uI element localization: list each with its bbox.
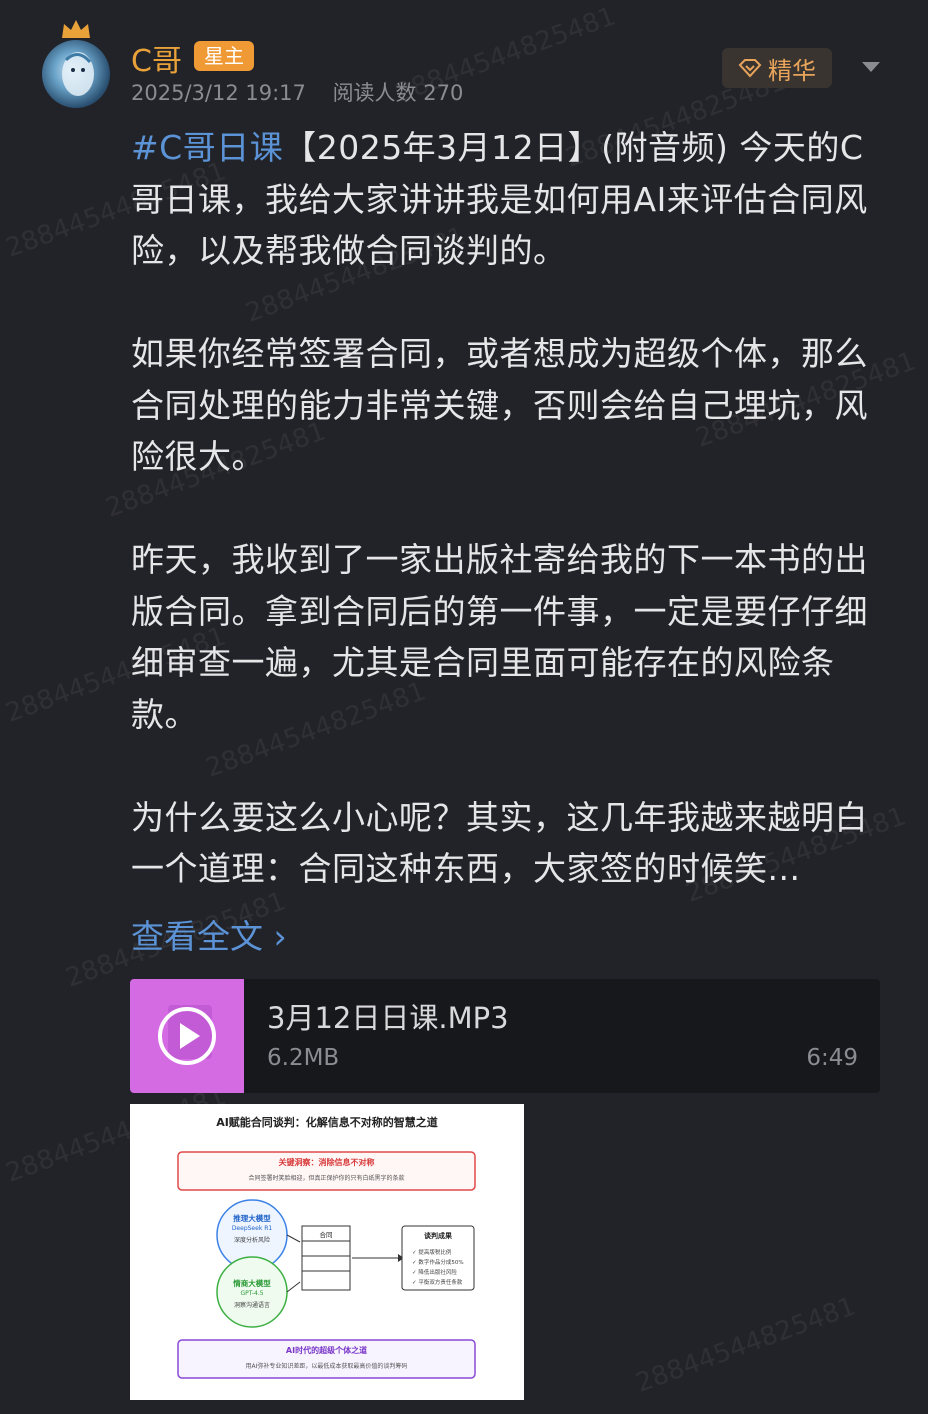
result-item: ✓ 平衡双方责任条款 <box>412 1280 463 1286</box>
model1-title: 推理大模型 <box>233 1214 271 1223</box>
avatar[interactable] <box>42 40 110 108</box>
model1-desc: 深度分析风险 <box>233 1237 270 1244</box>
result-item: ✓ 降低出版社风险 <box>412 1270 457 1276</box>
diamond-icon <box>738 59 762 78</box>
model1-sub: DeepSeek R1 <box>231 1225 273 1232</box>
audio-size: 6.2MB <box>267 1045 340 1071</box>
result-item: ✓ 数字作品分成50% <box>412 1260 464 1266</box>
insight-title: 关键洞察：消除信息不对称 <box>278 1158 375 1167</box>
post-content: #C哥日课【2025年3月12日】(附音频) 今天的C哥日课，我给大家讲讲我是如… <box>131 122 891 895</box>
infographic-title: AI赋能合同谈判：化解信息不对称的智慧之道 <box>216 1116 438 1129</box>
paragraph: 昨天，我收到了一家出版社寄给我的下一本书的出版合同。拿到合同后的第一件事，一定是… <box>131 540 868 734</box>
read-more-link[interactable]: 查看全文 › <box>131 910 287 958</box>
audio-attachment[interactable]: 3月12日日课.MP3 6.2MB 6:49 <box>130 979 880 1093</box>
chevron-down-icon[interactable] <box>860 60 882 74</box>
author-name[interactable]: C哥 <box>131 36 182 80</box>
conclusion-text: 用AI弥补专业知识差距，以最低成本获取最高价值的谈判筹码 <box>245 1363 408 1370</box>
owner-badge: 星主 <box>194 41 254 71</box>
music-file-icon <box>158 1005 216 1065</box>
paragraph: 为什么要这么小心呢？其实，这几年我越来越明白一个道理：合同这种东西，大家签的时候… <box>131 797 868 889</box>
model2-title: 情商大模型 <box>233 1279 271 1288</box>
paragraph: #C哥日课【2025年3月12日】(附音频) 今天的C哥日课，我给大家讲讲我是如… <box>131 122 891 277</box>
audio-duration: 6:49 <box>806 1045 858 1071</box>
audio-thumbnail <box>130 979 244 1093</box>
model2-desc: 洞察沟通语言 <box>233 1302 270 1309</box>
essence-label: 精华 <box>768 56 816 85</box>
conclusion-title: AI时代的超级个体之道 <box>285 1346 368 1355</box>
model2-sub: GPT-4.5 <box>240 1290 264 1297</box>
read-count: 阅读人数 270 <box>332 81 464 105</box>
audio-title: 3月12日日课.MP3 <box>267 1001 509 1035</box>
result-item: ✓ 提高版税比例 <box>412 1250 452 1256</box>
post-meta: 2025/3/12 19:17 阅读人数 270 <box>131 77 463 107</box>
result-title: 谈判成果 <box>424 1232 452 1240</box>
crown-icon <box>62 20 90 38</box>
paragraph: 如果你经常签署合同，或者想成为超级个体，那么合同处理的能力非常关键，否则会给自己… <box>131 334 868 476</box>
hashtag-link[interactable]: #C哥日课 <box>131 128 283 167</box>
image-attachment[interactable]: AI赋能合同谈判：化解信息不对称的智慧之道 关键洞察：消除信息不对称 合同签署时… <box>130 1104 524 1400</box>
post-date: 2025/3/12 19:17 <box>131 81 306 105</box>
contract-label: 合同 <box>319 1231 333 1239</box>
watermark: 28844544825481 <box>631 1291 860 1399</box>
essence-tag[interactable]: 精华 <box>722 48 832 88</box>
insight-text: 合同签署时笑脸相迎，但真正保护你的只有白纸黑字的条款 <box>248 1175 405 1182</box>
